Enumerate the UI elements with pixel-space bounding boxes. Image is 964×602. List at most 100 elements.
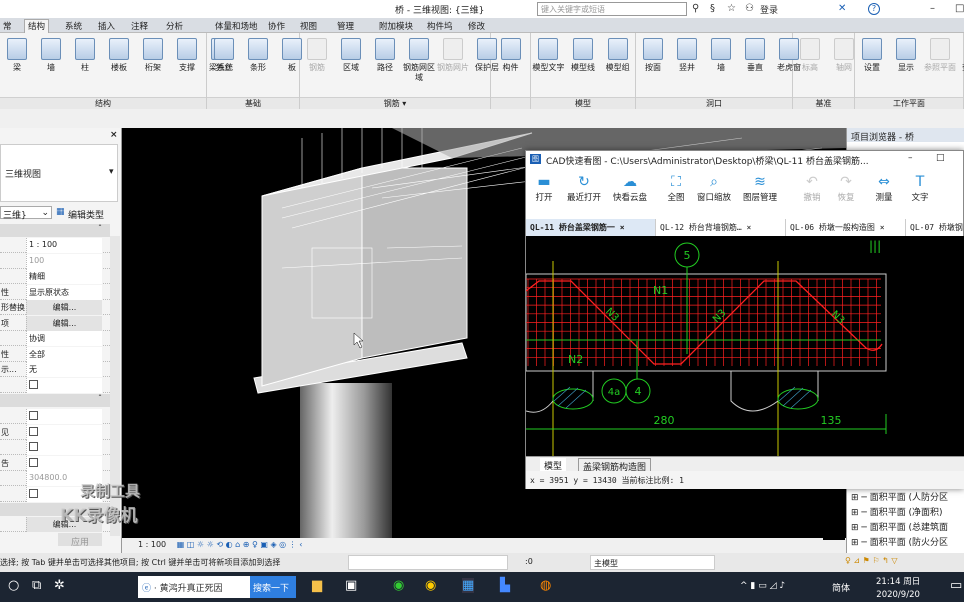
app-yellow-icon[interactable]: ◉ — [425, 578, 436, 593]
tree-item[interactable]: ⊞ ─ 面积平面 (总建筑面 — [851, 520, 948, 535]
store-icon[interactable]: ▣ — [345, 578, 357, 593]
taskbar-search-input[interactable]: ⓔ · 黄鸿升真正死因 — [138, 576, 250, 598]
tray-icons[interactable]: ^ ▮ ▭ ◿ ♪ — [740, 581, 785, 591]
recorder-taskbar-icon[interactable]: ◍ — [540, 578, 551, 593]
tab-10[interactable]: 附加模块 — [376, 20, 416, 32]
property-value[interactable]: 100 — [26, 253, 102, 269]
tab-6[interactable]: 体量和场地 — [212, 20, 261, 32]
section-header[interactable]: ˆ — [0, 394, 110, 407]
tool-icon — [7, 38, 27, 60]
property-checkbox[interactable] — [26, 440, 102, 455]
cad-viewer-taskbar-icon[interactable]: ▦ — [462, 578, 475, 593]
ribbon-group-label: 基准 — [793, 97, 854, 109]
search-input[interactable]: 键入关键字或短语 — [537, 2, 687, 16]
cad-tool-8[interactable]: ⇔ 测量 — [866, 173, 902, 203]
property-value[interactable]: 1 : 100 — [26, 238, 102, 253]
login-link[interactable]: 登录 — [760, 3, 778, 16]
tab-7[interactable]: 协作 — [265, 20, 288, 32]
property-checkbox[interactable] — [26, 409, 102, 424]
edit-type-button[interactable]: 编辑类型 — [68, 208, 104, 221]
cad-file-tab[interactable]: QL-11 桥台盖梁钢筋一 × — [526, 219, 656, 236]
cad-drawing-canvas[interactable]: 5 4a 4 N1 N2 N3 N3 N3 280 135 ||| — [525, 236, 964, 456]
type-selector[interactable]: 三维视图 ▾ — [0, 144, 118, 202]
autodesk-x-icon[interactable]: ✕ — [838, 3, 846, 14]
cad-file-tab[interactable]: QL-12 桥台背墙钢筋… × — [656, 219, 786, 236]
tab-11[interactable]: 构件坞 — [424, 20, 456, 32]
close-icon[interactable]: × — [110, 130, 118, 140]
property-value[interactable]: 协调 — [26, 331, 102, 346]
cad-tool-4[interactable]: ⌕ 窗口缩放 — [696, 173, 732, 203]
ribbon-group: 按面 竖井墙垂直 老虎窗 洞口 — [636, 33, 801, 109]
cad-tool-3[interactable]: ⛶ 全图 — [658, 173, 694, 203]
tab-2[interactable]: 系统 — [62, 20, 85, 32]
tab-12[interactable]: 修改 — [465, 20, 488, 32]
user-icon[interactable]: ⚇ — [745, 3, 754, 14]
exchange-icon[interactable]: § — [710, 3, 715, 14]
cad-tool-0[interactable]: ▬ 打开 — [526, 173, 562, 203]
tool-icon — [711, 38, 731, 60]
property-label: 性 — [1, 287, 9, 297]
tab-9[interactable]: 管理 — [334, 20, 357, 32]
hatched-section — [777, 388, 819, 410]
cad-tool-1[interactable]: ↻ 最近打开 — [566, 173, 602, 203]
notification-icon[interactable]: ▭ — [950, 578, 962, 593]
taskbar-search-button[interactable]: 搜索一下 — [250, 576, 296, 598]
property-row: 1 : 100 — [0, 238, 110, 253]
apply-button[interactable]: 应用 — [58, 533, 102, 548]
chevron-down-icon: ▾ — [109, 167, 114, 177]
view-instance-select[interactable]: 三维} ⌄ — [0, 206, 52, 221]
tab-3[interactable]: 插入 — [95, 20, 118, 32]
cad-file-tab[interactable]: QL-06 桥墩一般构造图 × — [786, 219, 906, 236]
cad-maximize-button[interactable]: □ — [936, 153, 945, 163]
minimize-button[interactable]: – — [930, 3, 935, 14]
property-edit-button[interactable]: 编辑... — [26, 315, 102, 331]
binoculars-icon[interactable]: ⚲ — [692, 3, 699, 14]
task-view-icon[interactable]: ⧉ — [32, 578, 41, 593]
cad-tool-9[interactable]: T 文字 — [902, 173, 938, 203]
tool-icon — [500, 38, 521, 60]
file-explorer-icon[interactable]: ▆ — [312, 578, 322, 593]
view-scale[interactable]: 1 : 100 — [138, 540, 166, 549]
view-selector-value: 三维} — [3, 211, 27, 221]
tab-5[interactable]: 分析 — [163, 20, 186, 32]
property-value[interactable]: 精细 — [26, 269, 102, 284]
cad-tool-6[interactable]: ↶ 撤销 — [794, 173, 830, 203]
section-header-graphics[interactable]: ˆ — [0, 224, 110, 237]
cad-file-tab[interactable]: QL-07 桥墩钢 — [906, 219, 964, 236]
help-icon[interactable]: ? — [868, 3, 880, 15]
property-value[interactable]: 全部 — [26, 346, 102, 362]
tab-4[interactable]: 注释 — [128, 20, 151, 32]
cad-tool-5[interactable]: ≋ 图层管理 — [742, 173, 778, 203]
tree-item[interactable]: ⊞ ─ 面积平面 (人防分区 — [851, 490, 948, 505]
revit-taskbar-icon[interactable]: ▙ — [500, 578, 510, 593]
property-checkbox[interactable] — [26, 424, 102, 440]
cad-tool-2[interactable]: ☁ 快看云盘 — [612, 173, 648, 203]
tab-1[interactable]: 结构 — [24, 19, 50, 33]
cad-minimize-button[interactable]: – — [908, 153, 913, 163]
tab-8[interactable]: 视图 — [297, 20, 320, 32]
view-control-icons[interactable]: ▦ ◫ ☼ ☼ ⟲ ◐ ⌂ ⊕ ♀ ▣ ◈ ◎ ⋮ ‹ — [177, 540, 303, 549]
tree-item[interactable]: ⊞ ─ 面积平面 (防火分区 — [851, 535, 948, 550]
selection-filter-icons[interactable]: ♀ ⊿ ⚑ ⚐ ↰ ▽ — [845, 556, 897, 565]
app-pinwheel-icon[interactable]: ✲ — [54, 578, 65, 593]
cad-tool-7[interactable]: ↷ 恢复 — [828, 173, 864, 203]
browser-green-icon[interactable]: ◉ — [393, 578, 404, 593]
ribbon-group-label: 洞口 — [636, 97, 792, 109]
property-value[interactable]: 无 — [26, 362, 102, 377]
cad-tool-label: 全图 — [667, 193, 685, 203]
maximize-button[interactable]: □ — [955, 3, 964, 14]
tree-item[interactable]: ⊞ ─ 面积平面 (净面积) — [851, 505, 948, 520]
edit-type-icon: ▦ — [56, 207, 65, 217]
design-option-select[interactable]: 主模型 — [590, 555, 715, 570]
tab-0[interactable]: 常 — [0, 20, 15, 32]
search-circle-icon[interactable]: ○ — [8, 578, 19, 593]
star-icon[interactable]: ☆ — [727, 3, 736, 14]
ime-indicator[interactable]: 简体 — [832, 581, 850, 594]
property-value[interactable]: 显示原状态 — [26, 284, 102, 300]
section-mark: ||| — [869, 239, 881, 253]
property-checkbox[interactable] — [26, 377, 102, 393]
property-checkbox[interactable] — [26, 455, 102, 471]
clock[interactable]: 21:14 周日 2020/9/20 — [876, 575, 920, 600]
property-edit-button[interactable]: 编辑... — [26, 300, 102, 315]
workset-select[interactable] — [348, 555, 508, 570]
